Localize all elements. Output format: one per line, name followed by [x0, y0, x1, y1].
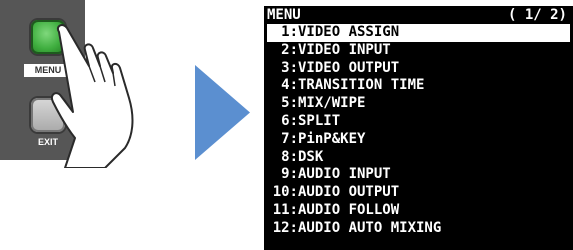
menu-item-number: 5:: [281, 95, 298, 112]
menu-item-number: 2:: [281, 41, 298, 58]
menu-item-label: PinP&KEY: [298, 130, 366, 147]
menu-item-label: AUDIO OUTPUT: [298, 184, 400, 201]
menu-item-label: MIX/WIPE: [298, 95, 366, 112]
menu-item[interactable]: 8:DSK: [264, 149, 573, 167]
menu-item[interactable]: 9:AUDIO INPUT: [264, 166, 573, 184]
menu-item-number: 3:: [281, 59, 298, 76]
menu-item-number: 8:: [281, 148, 298, 165]
menu-item-number: 7:: [281, 130, 298, 147]
arrow-right-icon: [195, 65, 250, 160]
menu-item-number: 12:: [272, 219, 298, 236]
menu-item-label: AUDIO AUTO MIXING: [298, 219, 442, 236]
screen-header: MENU ( 1/ 2): [264, 6, 573, 23]
menu-item[interactable]: 1:VIDEO ASSIGN: [267, 24, 570, 42]
menu-item-number: 1:: [281, 24, 298, 40]
menu-item[interactable]: 7:PinP&KEY: [264, 131, 573, 149]
menu-item[interactable]: 3:VIDEO OUTPUT: [264, 60, 573, 78]
menu-item-number: 11:: [272, 201, 298, 218]
menu-item-number: 4:: [281, 77, 298, 94]
menu-item[interactable]: 6:SPLIT: [264, 113, 573, 131]
menu-item[interactable]: 2:VIDEO INPUT: [264, 42, 573, 60]
menu-item-label: VIDEO OUTPUT: [298, 59, 400, 76]
menu-item[interactable]: 12:AUDIO AUTO MIXING: [264, 220, 573, 238]
menu-item-label: DSK: [298, 148, 324, 165]
menu-item[interactable]: 10:AUDIO OUTPUT: [264, 184, 573, 202]
menu-item-label: VIDEO ASSIGN: [298, 24, 400, 40]
menu-screen: MENU ( 1/ 2) 1:VIDEO ASSIGN 2:VIDEO INPUT…: [264, 6, 573, 250]
menu-item-label: VIDEO INPUT: [298, 41, 391, 58]
menu-item[interactable]: 11:AUDIO FOLLOW: [264, 202, 573, 220]
menu-item-number: 10:: [272, 184, 298, 201]
screen-title: MENU: [267, 7, 301, 23]
menu-item-number: 9:: [281, 166, 298, 183]
menu-item-label: SPLIT: [298, 112, 341, 129]
menu-item-label: AUDIO INPUT: [298, 166, 391, 183]
menu-item-label: AUDIO FOLLOW: [298, 201, 400, 218]
menu-item[interactable]: 4:TRANSITION TIME: [264, 77, 573, 95]
pointing-hand-icon: [51, 24, 134, 168]
menu-list: 1:VIDEO ASSIGN 2:VIDEO INPUT 3:VIDEO OUTPU…: [264, 24, 573, 238]
page-indicator: ( 1/ 2): [507, 7, 567, 23]
menu-item-label: TRANSITION TIME: [298, 77, 425, 94]
menu-item-number: 6:: [281, 112, 298, 129]
menu-item[interactable]: 5:MIX/WIPE: [264, 95, 573, 113]
